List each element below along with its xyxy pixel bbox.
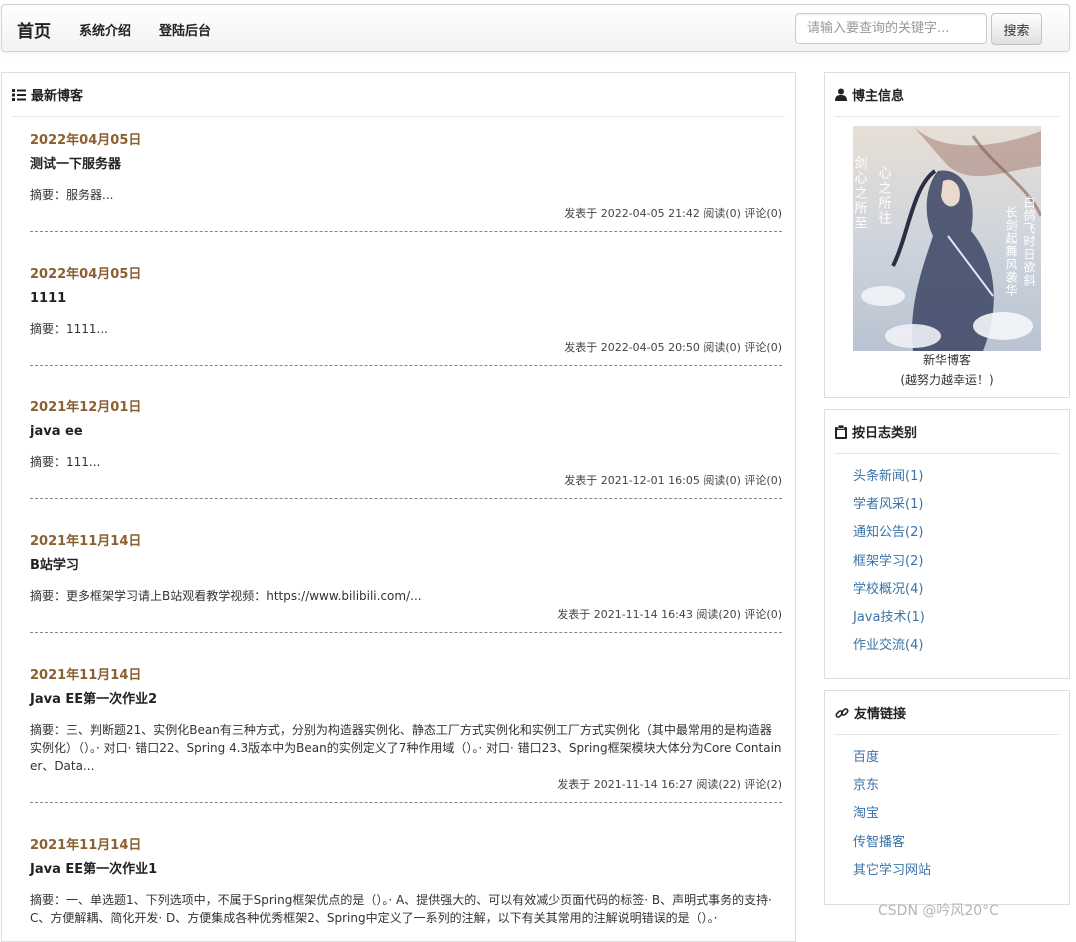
- blog-summary: 摘要：三、判断题21、实例化Bean有三种方式，分别为构造器实例化、静态工厂方式…: [30, 723, 782, 773]
- avatar-calligraphy-left: 剑心之所至: [853, 155, 867, 231]
- friend-link-baidu[interactable]: 百度: [853, 750, 879, 765]
- blog-summary: 摘要：1111...: [30, 322, 108, 336]
- nav-login-admin-link[interactable]: 登陆后台: [159, 20, 211, 39]
- category-item: Java技术(1): [853, 604, 925, 632]
- friend-link-jd[interactable]: 京东: [853, 778, 879, 793]
- friend-link-item: 传智播客: [853, 829, 931, 857]
- category-link-notices[interactable]: 通知公告(2): [853, 525, 923, 540]
- avatar-calligraphy-right1: 白鸽飞时日欲斜: [1022, 195, 1036, 287]
- friend-links-list: 百度 京东 淘宝 传智播客 其它学习网站: [853, 744, 931, 885]
- category-link-school-overview[interactable]: 学校概况(4): [853, 582, 923, 597]
- blog-meta: 发表于 2022-04-05 20:50 阅读(0) 评论(0): [564, 341, 782, 354]
- blog-title-link[interactable]: Java EE第一次作业1: [30, 862, 782, 878]
- friend-link-item: 百度: [853, 744, 931, 772]
- blog-divider: [30, 632, 782, 633]
- blogger-motto: (越努力越幸运！): [900, 373, 994, 387]
- blog-post: 2021年11月14日 Java EE第一次作业2 摘要：三、判断题21、实例化…: [30, 668, 782, 793]
- blog-title-link[interactable]: 测试一下服务器: [30, 157, 782, 173]
- category-link-headline-news[interactable]: 头条新闻(1): [853, 469, 923, 484]
- blog-date: 2022年04月05日: [30, 267, 142, 282]
- blog-divider: [30, 802, 782, 803]
- blog-title-link[interactable]: B站学习: [30, 558, 782, 574]
- category-item: 学校概况(4): [853, 576, 925, 604]
- blogger-info-title: 博主信息: [852, 89, 905, 104]
- list-icon: [12, 88, 26, 101]
- friend-link-taobao[interactable]: 淘宝: [853, 806, 879, 821]
- blog-date: 2021年11月14日: [30, 668, 142, 683]
- blog-summary: 摘要：服务器...: [30, 188, 114, 202]
- friend-link-item: 京东: [853, 772, 931, 800]
- blog-date: 2021年11月14日: [30, 534, 142, 549]
- friend-links-header: 友情链接: [835, 691, 1059, 735]
- blog-title-link[interactable]: java ee: [30, 424, 782, 440]
- blogger-info-header: 博主信息: [835, 73, 1059, 117]
- blogger-info-panel: 博主信息 剑心之所至 心之所往 白鸽飞时日欲斜 长剑起舞风袭华 新华博客 (越努…: [824, 72, 1070, 398]
- blog-date: 2021年12月01日: [30, 400, 142, 415]
- blog-post: 2022年04月05日 1111 摘要：1111... 发表于 2022-04-…: [30, 267, 782, 356]
- category-panel: 按日志类别 头条新闻(1) 学者风采(1) 通知公告(2) 框架学习(2) 学校…: [824, 409, 1070, 679]
- blog-divider: [30, 231, 782, 232]
- friend-link-item: 淘宝: [853, 800, 931, 828]
- blog-divider: [30, 365, 782, 366]
- friend-links-title: 友情链接: [854, 707, 907, 722]
- category-item: 作业交流(4): [853, 632, 925, 660]
- blog-post: 2022年04月05日 测试一下服务器 摘要：服务器... 发表于 2022-0…: [30, 133, 782, 222]
- blog-summary: 摘要：更多框架学习请上B站观看教学视频：https://www.bilibili…: [30, 589, 422, 603]
- category-item: 头条新闻(1): [853, 463, 925, 491]
- blog-summary: 摘要：111...: [30, 455, 101, 469]
- friend-link-itcast[interactable]: 传智播客: [853, 835, 905, 850]
- blog-meta: 发表于 2022-04-05 21:42 阅读(0) 评论(0): [564, 207, 782, 220]
- friend-link-other-sites[interactable]: 其它学习网站: [853, 863, 931, 878]
- navbar: 首页 系统介绍 登陆后台 搜索: [1, 4, 1070, 52]
- blog-post: 2021年11月14日 B站学习 摘要：更多框架学习请上B站观看教学视频：htt…: [30, 534, 782, 623]
- clipboard-icon: [835, 424, 847, 439]
- blog-title-link[interactable]: 1111: [30, 291, 782, 307]
- blog-meta: 发表于 2021-11-14 16:27 阅读(22) 评论(2): [557, 778, 782, 791]
- category-item: 学者风采(1): [853, 491, 925, 519]
- search-input[interactable]: [795, 13, 987, 44]
- blog-title-link[interactable]: Java EE第一次作业2: [30, 692, 782, 708]
- category-link-homework[interactable]: 作业交流(4): [853, 638, 923, 653]
- blog-date: 2022年04月05日: [30, 133, 142, 148]
- category-header: 按日志类别: [835, 410, 1059, 454]
- nav-home-link[interactable]: 首页: [17, 17, 51, 42]
- friend-links-panel: 友情链接 百度 京东 淘宝 传智播客 其它学习网站: [824, 690, 1070, 905]
- category-link-java-tech[interactable]: Java技术(1): [853, 610, 925, 625]
- avatar-calligraphy-right2: 长剑起舞风袭华: [1004, 206, 1018, 297]
- user-icon: [835, 88, 847, 101]
- latest-blogs-header: 最新博客: [12, 73, 785, 117]
- latest-blogs-panel: 最新博客 2022年04月05日 测试一下服务器 摘要：服务器... 发表于 2…: [1, 72, 796, 942]
- category-item: 框架学习(2): [853, 548, 925, 576]
- friend-link-item: 其它学习网站: [853, 857, 931, 885]
- link-icon: [835, 707, 849, 718]
- avatar-calligraphy-mid: 心之所往: [876, 166, 892, 226]
- search-button[interactable]: 搜索: [991, 13, 1042, 45]
- latest-blogs-title: 最新博客: [31, 89, 84, 104]
- blog-post: 2021年12月01日 java ee 摘要：111... 发表于 2021-1…: [30, 400, 782, 489]
- category-item: 通知公告(2): [853, 519, 925, 547]
- blog-summary: 摘要：一、单选题1、下列选项中，不属于Spring框架优点的是（）。· A、提供…: [30, 893, 772, 925]
- blogger-avatar: 剑心之所至 心之所往 白鸽飞时日欲斜 长剑起舞风袭华: [853, 126, 1041, 351]
- blog-meta: 发表于 2021-11-14 16:43 阅读(20) 评论(0): [557, 608, 782, 621]
- category-title: 按日志类别: [852, 426, 918, 441]
- category-link-scholars[interactable]: 学者风采(1): [853, 497, 923, 512]
- csdn-watermark: CSDN @吟风20°C: [878, 903, 999, 919]
- blog-post: 2021年11月14日 Java EE第一次作业1 摘要：一、单选题1、下列选项…: [30, 838, 782, 927]
- blog-date: 2021年11月14日: [30, 838, 142, 853]
- category-list: 头条新闻(1) 学者风采(1) 通知公告(2) 框架学习(2) 学校概况(4) …: [853, 463, 925, 660]
- category-link-framework[interactable]: 框架学习(2): [853, 554, 923, 569]
- nav-system-intro-link[interactable]: 系统介绍: [79, 20, 131, 39]
- blog-divider: [30, 498, 782, 499]
- blogger-name: 新华博客: [922, 353, 971, 367]
- blog-meta: 发表于 2021-12-01 16:05 阅读(0) 评论(0): [564, 474, 782, 487]
